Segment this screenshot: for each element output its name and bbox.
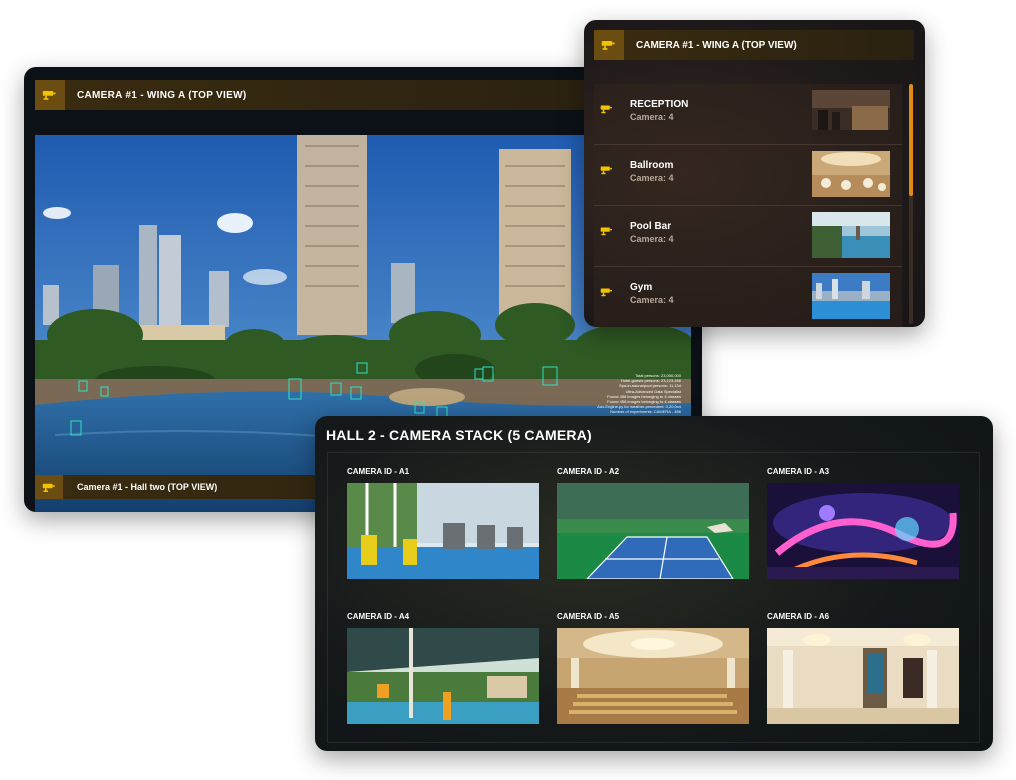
camera-tile-a3[interactable] [767, 483, 959, 579]
tile-label-a6: CAMERA ID - A6 [767, 612, 830, 621]
camera-tile-a2[interactable] [557, 483, 749, 579]
list-item-gym[interactable]: Gym Camera: 4 [594, 267, 902, 327]
cctv-camera-icon [594, 30, 624, 60]
tile-label-a1: CAMERA ID - A1 [347, 467, 410, 476]
list-item-reception[interactable]: RECEPTION Camera: 4 [594, 84, 902, 145]
list-item-ballroom[interactable]: Ballroom Camera: 4 [594, 145, 902, 206]
main-camera-title: CAMERA #1 - WING A (TOP VIEW) [77, 89, 247, 101]
list-panel-title: CAMERA #1 - WING A (TOP VIEW) [636, 39, 797, 51]
list-item-camera-count: Camera: 4 [630, 112, 674, 122]
tile-label-a5: CAMERA ID - A5 [557, 612, 620, 621]
camera-tile-a1[interactable] [347, 483, 539, 579]
cctv-camera-icon [35, 80, 65, 110]
list-item-title: RECEPTION [630, 99, 689, 110]
secondary-camera-title: Camera #1 - Hall two (TOP VIEW) [77, 482, 218, 492]
list-scrollbar-thumb[interactable] [909, 84, 913, 196]
list-panel-header[interactable]: CAMERA #1 - WING A (TOP VIEW) [594, 30, 914, 60]
list-item-camera-count: Camera: 4 [630, 234, 674, 244]
camera-stack-panel: HALL 2 - CAMERA STACK (5 CAMERA) CAMERA … [315, 416, 993, 751]
tile-label-a3: CAMERA ID - A3 [767, 467, 830, 476]
cctv-camera-icon [600, 287, 614, 297]
cctv-camera-icon [600, 165, 614, 175]
list-item-camera-count: Camera: 4 [630, 295, 674, 305]
camera-tile-a5[interactable] [557, 628, 749, 724]
camera-tile-a4[interactable] [347, 628, 539, 724]
main-camera-header[interactable]: CAMERA #1 - WING A (TOP VIEW) [35, 80, 605, 110]
camera-stack-title: HALL 2 - CAMERA STACK (5 CAMERA) [326, 427, 592, 443]
camera-tile-a6[interactable] [767, 628, 959, 724]
cctv-camera-icon [600, 104, 614, 114]
camera-location-list[interactable]: RECEPTION Camera: 4 Ballroom Camera: 4 P… [594, 84, 902, 327]
cctv-camera-icon [35, 475, 63, 499]
list-item-title: Ballroom [630, 160, 674, 171]
list-item-title: Gym [630, 282, 653, 293]
list-item-pool-bar[interactable]: Pool Bar Camera: 4 [594, 206, 902, 267]
pool-bar-thumbnail[interactable] [812, 212, 890, 258]
tile-label-a4: CAMERA ID - A4 [347, 612, 410, 621]
cctv-camera-icon [600, 226, 614, 236]
list-item-camera-count: Camera: 4 [630, 173, 674, 183]
gym-thumbnail[interactable] [812, 273, 890, 319]
ballroom-thumbnail[interactable] [812, 151, 890, 197]
camera-list-panel: CAMERA #1 - WING A (TOP VIEW) RECEPTION … [584, 20, 925, 327]
list-item-title: Pool Bar [630, 221, 672, 232]
reception-thumbnail[interactable] [812, 90, 890, 136]
tile-label-a2: CAMERA ID - A2 [557, 467, 620, 476]
